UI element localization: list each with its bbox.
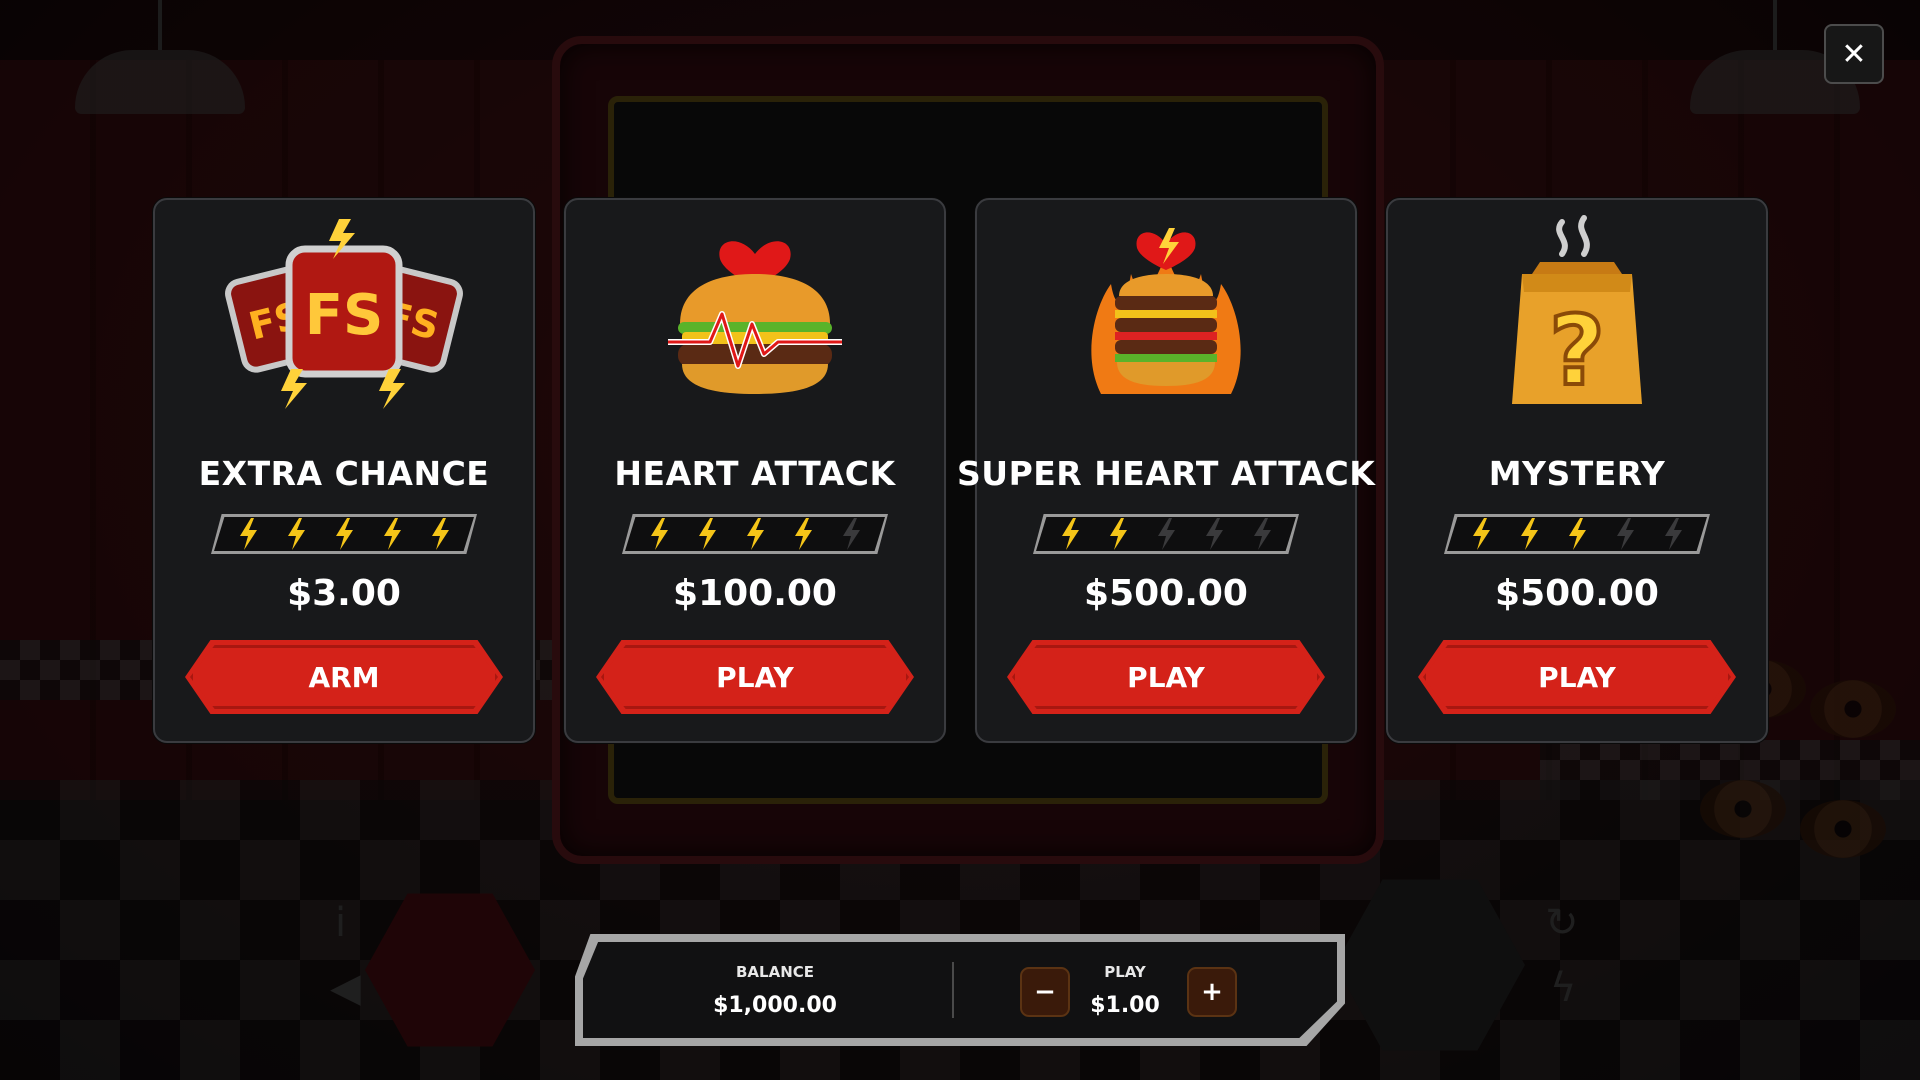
bolt-off-icon: [1254, 518, 1271, 550]
bolt-on-icon: [384, 518, 401, 550]
play-button[interactable]: PLAY: [1007, 640, 1325, 714]
card-title: MYSTERY: [1488, 454, 1666, 493]
bolt-meter: [1444, 514, 1710, 554]
card-price: $500.00: [1084, 573, 1248, 614]
increase-bet-button[interactable]: +: [1187, 967, 1237, 1017]
bolt-meter: [1033, 514, 1299, 554]
balance-label: BALANCE: [735, 963, 815, 981]
card-title: HEART ATTACK: [614, 454, 896, 493]
minus-icon: −: [1034, 977, 1056, 1007]
bolt-on-icon: [795, 518, 812, 550]
card-title: SUPER HEART ATTACK: [957, 454, 1376, 493]
feature-card-heart-attack: HEART ATTACK $100.00 PLAY: [564, 198, 946, 743]
bar-divider: [952, 962, 954, 1018]
card-price: $3.00: [287, 573, 401, 614]
bolt-on-icon: [336, 518, 353, 550]
bolt-on-icon: [1569, 518, 1586, 550]
bolt-on-icon: [432, 518, 449, 550]
plus-icon: +: [1201, 977, 1223, 1007]
feature-card-super-heart-attack: SUPER HEART ATTACK $500.00 PLAY: [957, 198, 1375, 743]
flaming-stacked-burger-icon: [977, 214, 1355, 414]
play-button[interactable]: PLAY: [596, 640, 914, 714]
burger-heartbeat-icon: [566, 214, 944, 414]
decrease-bet-button[interactable]: −: [1020, 967, 1070, 1017]
play-label: PLAY: [1104, 963, 1146, 981]
svg-text:?: ?: [1549, 295, 1605, 407]
button-label: PLAY: [716, 660, 794, 694]
close-icon: ✕: [1841, 36, 1867, 72]
feature-card-extra-chance: FS FS FS EXTRA CHANCE $3.00 ARM: [153, 198, 535, 743]
svg-text:FS: FS: [305, 283, 384, 348]
play-value: $1.00: [1090, 993, 1160, 1018]
button-label: PLAY: [1538, 660, 1616, 694]
bolt-on-icon: [1062, 518, 1079, 550]
bolt-on-icon: [1473, 518, 1490, 550]
feature-card-mystery: ? MYSTERY $500.00 PLAY: [1386, 198, 1768, 743]
arm-button[interactable]: ARM: [185, 640, 503, 714]
play-button[interactable]: PLAY: [1418, 640, 1736, 714]
card-title: EXTRA CHANCE: [198, 454, 490, 493]
bolt-on-icon: [747, 518, 764, 550]
extra-chance-fs-badge-icon: FS FS FS: [155, 214, 533, 414]
button-label: ARM: [308, 660, 380, 694]
mystery-paper-bag-icon: ?: [1388, 214, 1766, 414]
card-price: $500.00: [1495, 573, 1659, 614]
bolt-on-icon: [240, 518, 257, 550]
card-price: $100.00: [673, 573, 837, 614]
bolt-off-icon: [1617, 518, 1634, 550]
balance-value: $1,000.00: [713, 993, 837, 1018]
bolt-on-icon: [1521, 518, 1538, 550]
button-label: PLAY: [1127, 660, 1205, 694]
bolt-off-icon: [1665, 518, 1682, 550]
bolt-off-icon: [1206, 518, 1223, 550]
bolt-off-icon: [1158, 518, 1175, 550]
bolt-on-icon: [288, 518, 305, 550]
bolt-on-icon: [1110, 518, 1127, 550]
bolt-meter: [211, 514, 477, 554]
bolt-meter: [622, 514, 888, 554]
bolt-on-icon: [699, 518, 716, 550]
bolt-on-icon: [651, 518, 668, 550]
bolt-off-icon: [843, 518, 860, 550]
close-button[interactable]: ✕: [1824, 24, 1884, 84]
